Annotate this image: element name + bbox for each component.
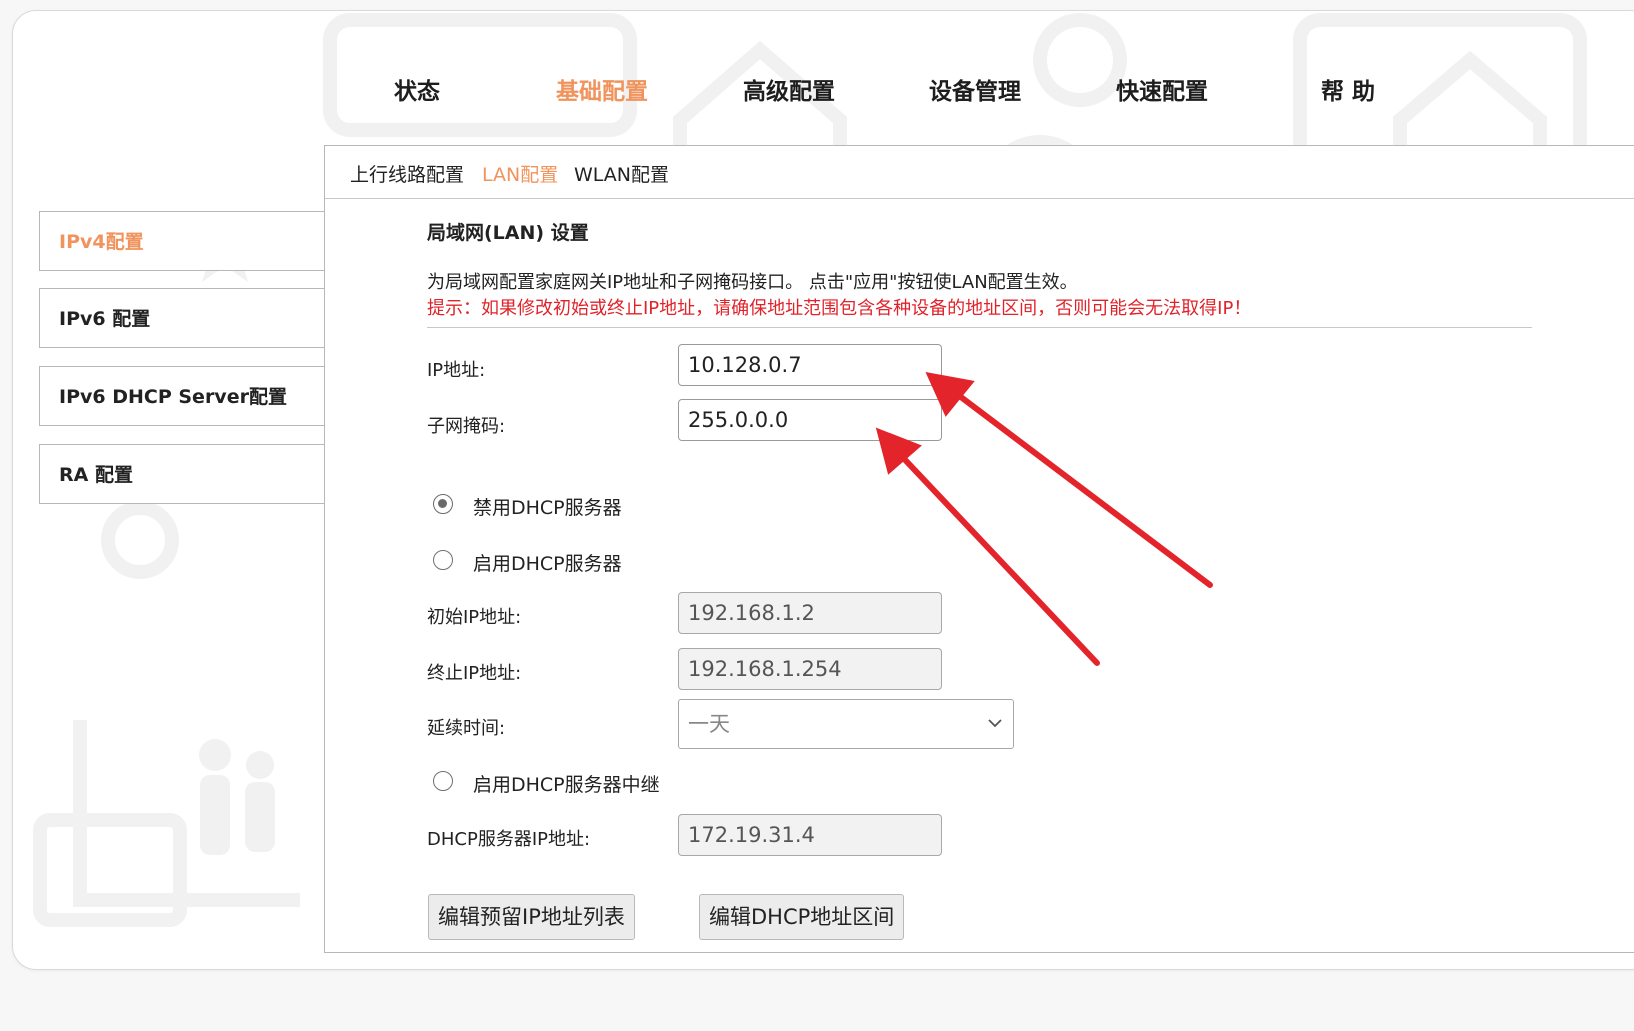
relay-server-ip-input[interactable]: 172.19.31.4 bbox=[678, 814, 942, 856]
chevron-down-icon bbox=[988, 719, 1002, 728]
main-panel: 上行线路配置 LAN配置 WLAN配置 局域网(LAN) 设置 为局域网配置家庭… bbox=[324, 145, 1634, 953]
dhcp-disable-label: 禁用DHCP服务器 bbox=[473, 497, 622, 519]
sub-tab-bar: 上行线路配置 LAN配置 WLAN配置 bbox=[325, 146, 1634, 199]
dhcp-enable-radio[interactable] bbox=[433, 550, 453, 570]
edit-dhcp-range-button[interactable]: 编辑DHCP地址区间 bbox=[699, 894, 905, 940]
lease-time-label: 延续时间: bbox=[427, 718, 506, 739]
nav-basic-config[interactable]: 基础配置 bbox=[556, 72, 648, 106]
dhcp-relay-label: 启用DHCP服务器中继 bbox=[473, 774, 660, 796]
sidebar-item-ipv4[interactable]: IPv4配置 bbox=[39, 211, 325, 271]
edit-reserved-ip-list-button[interactable]: 编辑预留IP地址列表 bbox=[428, 894, 635, 940]
lease-time-value: 一天 bbox=[688, 712, 730, 736]
subnet-mask-label: 子网掩码: bbox=[427, 416, 506, 437]
section-divider bbox=[427, 327, 1532, 328]
nav-status[interactable]: 状态 bbox=[394, 72, 440, 106]
sidebar-item-ipv6-dhcp-server[interactable]: IPv6 DHCP Server配置 bbox=[39, 366, 325, 426]
end-ip-input[interactable]: 192.168.1.254 bbox=[678, 648, 942, 690]
ip-address-label: IP地址: bbox=[427, 360, 486, 381]
tab-wlan-config[interactable]: WLAN配置 bbox=[574, 160, 669, 187]
sidebar-item-ra[interactable]: RA 配置 bbox=[39, 444, 325, 504]
nav-help[interactable]: 帮 助 bbox=[1321, 72, 1375, 106]
tab-uplink-config[interactable]: 上行线路配置 bbox=[350, 160, 464, 187]
relay-server-ip-label: DHCP服务器IP地址: bbox=[427, 829, 591, 850]
start-ip-input[interactable]: 192.168.1.2 bbox=[678, 592, 942, 634]
sidebar-item-ipv6[interactable]: IPv6 配置 bbox=[39, 288, 325, 348]
subnet-mask-input[interactable]: 255.0.0.0 bbox=[678, 399, 942, 441]
dhcp-disable-radio[interactable] bbox=[433, 494, 453, 514]
nav-advanced-config[interactable]: 高级配置 bbox=[743, 72, 835, 106]
section-description: 为局域网配置家庭网关IP地址和子网掩码接口。 点击"应用"按钮使LAN配置生效。 bbox=[427, 272, 1078, 293]
nav-quick-config[interactable]: 快速配置 bbox=[1116, 72, 1208, 106]
ip-address-input[interactable]: 10.128.0.7 bbox=[678, 344, 942, 386]
lease-time-select[interactable]: 一天 bbox=[678, 699, 1014, 749]
nav-device-management[interactable]: 设备管理 bbox=[929, 72, 1021, 106]
section-title: 局域网(LAN) 设置 bbox=[427, 222, 589, 244]
end-ip-label: 终止IP地址: bbox=[427, 663, 522, 684]
dhcp-relay-radio[interactable] bbox=[433, 771, 453, 791]
warning-hint: 提示：如果修改初始或终止IP地址，请确保地址范围包含各种设备的地址区间，否则可能… bbox=[427, 298, 1252, 319]
tab-lan-config[interactable]: LAN配置 bbox=[482, 160, 558, 187]
start-ip-label: 初始IP地址: bbox=[427, 607, 522, 628]
dhcp-enable-label: 启用DHCP服务器 bbox=[473, 553, 622, 575]
